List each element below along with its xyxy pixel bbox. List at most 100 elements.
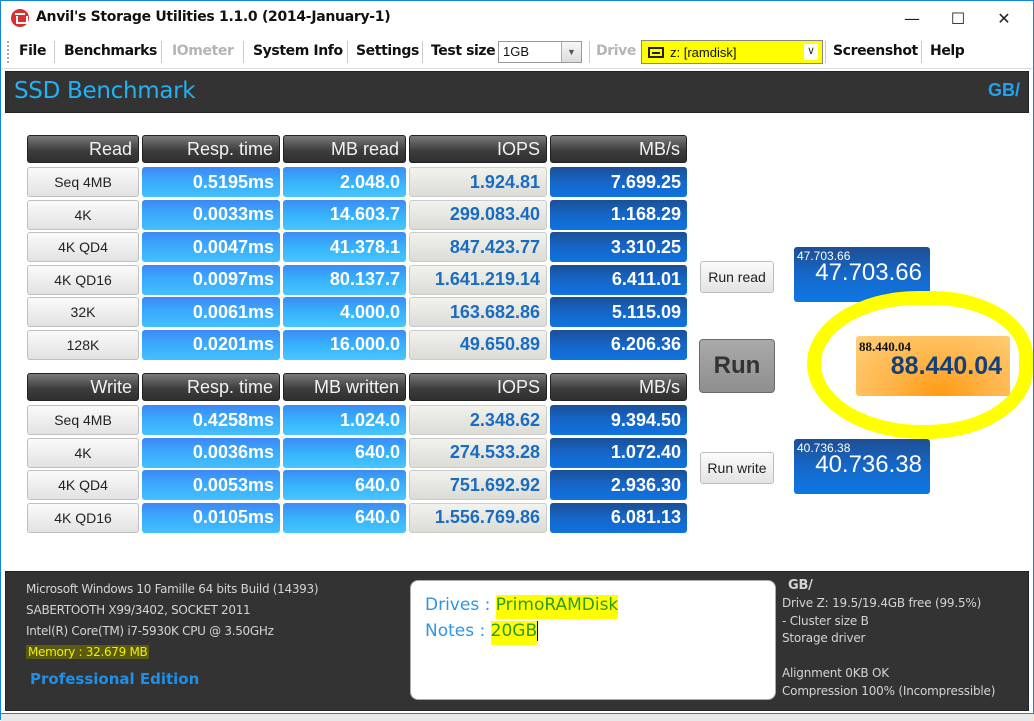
read-test-label[interactable]: Seq 4MB (27, 167, 139, 197)
write-iops-value: 1.556.769.86 (409, 502, 547, 533)
read-mb-value: 16.000.0 (283, 329, 406, 360)
minimize-button[interactable]: — (889, 1, 935, 35)
write-test-label[interactable]: Seq 4MB (27, 405, 139, 435)
edition-label: Professional Edition (30, 670, 200, 688)
drives-value: PrimoRAMDisk (495, 595, 619, 619)
read-mbs-value: 3.310.25 (550, 232, 687, 262)
write-mb-value: 640.0 (283, 470, 406, 500)
write-mbs-value: 6.081.13 (550, 502, 687, 533)
menu-separator (54, 41, 55, 63)
menu-file[interactable]: File (19, 43, 46, 59)
mbs-header: MB/s (550, 373, 687, 401)
notes-line: Notes : 20GB (425, 621, 539, 645)
compression-info: Compression 100% (Incompressible) (782, 684, 996, 698)
menu-benchmarks[interactable]: Benchmarks (64, 43, 157, 59)
test-size-select[interactable]: 1GB ▼ (498, 41, 582, 63)
mb-written-header: MB written (283, 373, 406, 401)
read-test-label[interactable]: 32K (27, 297, 139, 327)
read-iops-value: 847.423.77 (409, 232, 547, 262)
read-mbs-value: 5.115.09 (550, 297, 687, 327)
mbs-header: MB/s (550, 135, 687, 163)
read-resp-time-value: 0.0201ms (142, 329, 280, 360)
notes-textarea[interactable]: Drives : PrimoRAMDisk Notes : 20GB (410, 580, 776, 700)
read-iops-value: 1.924.81 (409, 167, 547, 197)
read-mb-value: 41.378.1 (283, 232, 406, 262)
write-iops-value: 2.348.62 (409, 405, 547, 435)
drives-label: Drives : (425, 595, 496, 615)
test-size-label: Test size (431, 43, 496, 59)
notes-label: Notes : (425, 621, 491, 641)
menu-screenshot[interactable]: Screenshot (833, 43, 918, 59)
anvil-app-icon (11, 9, 29, 27)
write-test-label[interactable]: 4K (27, 437, 139, 468)
run-write-button[interactable]: Run write (700, 452, 774, 484)
drive-unit: GB/ (788, 578, 813, 593)
write-mb-value: 640.0 (283, 437, 406, 468)
benchmark-header: SSD Benchmark GB/ (5, 71, 1029, 113)
menu-separator (347, 41, 348, 63)
read-mb-value: 4.000.0 (283, 297, 406, 327)
text-caret (537, 621, 539, 641)
read-test-label[interactable]: 128K (27, 329, 139, 360)
read-iops-value: 299.083.40 (409, 199, 547, 230)
write-test-label[interactable]: 4K QD16 (27, 502, 139, 533)
read-iops-value: 49.650.89 (409, 329, 547, 360)
read-iops-value: 163.682.86 (409, 297, 547, 327)
read-test-label[interactable]: 4K (27, 199, 139, 230)
write-resp-time-value: 0.0105ms (142, 502, 280, 533)
chevron-down-icon[interactable]: ∨ (804, 44, 818, 60)
unit-label: GB/ (987, 80, 1020, 100)
system-info-panel: Microsoft Windows 10 Famille 64 bits Bui… (5, 571, 1029, 711)
notes-value: 20GB (490, 621, 538, 645)
drive-value: z: [ramdisk] (670, 45, 737, 60)
cpu-info: Intel(R) Core(TM) i7-5930K CPU @ 3.50GHz (26, 624, 274, 638)
memory-info: Memory : 32.679 MB (26, 645, 150, 659)
drive-select[interactable]: z: [ramdisk] ∨ (641, 40, 823, 64)
run-read-button[interactable]: Run read (700, 261, 774, 293)
read-header: Read (27, 135, 139, 163)
write-resp-time-value: 0.0036ms (142, 437, 280, 468)
drives-line: Drives : PrimoRAMDisk (425, 595, 619, 619)
run-button[interactable]: Run (699, 339, 775, 393)
menu-separator (589, 41, 590, 63)
write-resp-time-value: 0.0053ms (142, 470, 280, 500)
dropdown-arrow-icon[interactable]: ▼ (561, 42, 581, 62)
read-mbs-value: 6.411.01 (550, 264, 687, 295)
menu-help[interactable]: Help (930, 43, 965, 59)
menu-system-info[interactable]: System Info (253, 43, 343, 59)
menu-separator (921, 41, 922, 63)
resp-time-header: Resp. time (142, 135, 280, 163)
total-score-big: 88.440.04 (890, 352, 1002, 380)
write-mb-value: 640.0 (283, 502, 406, 533)
write-mbs-value: 1.072.40 (550, 437, 687, 468)
total-score: 88.440.04 88.440.04 (856, 336, 1010, 396)
window-title: Anvil's Storage Utilities 1.1.0 (2014-Ja… (36, 9, 391, 25)
write-score-big: 40.736.38 (815, 451, 922, 478)
os-info: Microsoft Windows 10 Famille 64 bits Bui… (26, 582, 319, 596)
resp-time-header: Resp. time (142, 373, 280, 401)
close-button[interactable]: ✕ (981, 1, 1027, 35)
mb-read-header: MB read (283, 135, 406, 163)
read-resp-time-value: 0.0033ms (142, 199, 280, 230)
read-resp-time-value: 0.0061ms (142, 297, 280, 327)
toolbar-grip[interactable] (7, 41, 10, 63)
read-mb-value: 2.048.0 (283, 167, 406, 197)
menu-settings[interactable]: Settings (356, 43, 419, 59)
write-score: 40.736.38 40.736.38 (794, 439, 930, 494)
menu-separator (243, 41, 244, 63)
read-mbs-value: 1.168.29 (550, 199, 687, 230)
iops-header: IOPS (409, 135, 547, 163)
menu-separator (161, 41, 162, 63)
write-mbs-value: 9.394.50 (550, 405, 687, 435)
app-window: Anvil's Storage Utilities 1.1.0 (2014-Ja… (0, 0, 1034, 721)
read-test-label[interactable]: 4K QD4 (27, 232, 139, 262)
title-bar: Anvil's Storage Utilities 1.1.0 (2014-Ja… (1, 1, 1033, 35)
read-test-label[interactable]: 4K QD16 (27, 264, 139, 295)
maximize-button[interactable]: ☐ (935, 1, 981, 35)
alignment-info: Alignment 0KB OK (782, 666, 889, 680)
motherboard-info: SABERTOOTH X99/3402, SOCKET 2011 (26, 603, 251, 617)
read-mb-value: 14.603.7 (283, 199, 406, 230)
write-test-label[interactable]: 4K QD4 (27, 470, 139, 500)
menu-separator (422, 41, 423, 63)
write-iops-value: 274.533.28 (409, 437, 547, 468)
